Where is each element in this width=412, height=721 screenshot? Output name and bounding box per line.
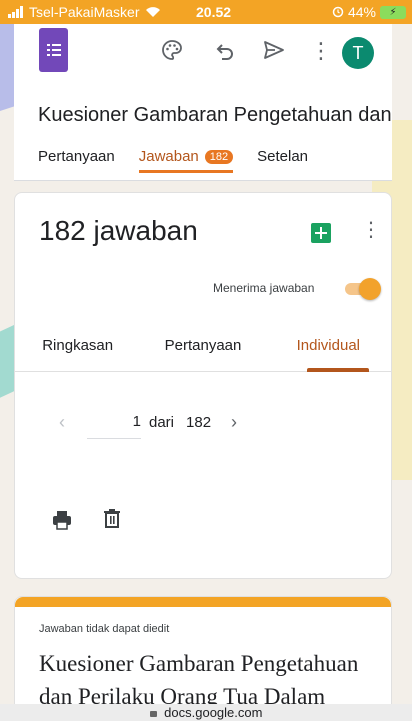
chevron-left-icon[interactable]: ‹ [59, 412, 79, 433]
signal-icon [8, 6, 23, 18]
url-bar[interactable]: docs.google.com [0, 704, 412, 721]
delete-icon[interactable] [101, 507, 123, 529]
google-forms-logo[interactable] [39, 28, 68, 72]
wifi-icon [146, 7, 161, 17]
send-icon[interactable] [261, 38, 287, 64]
battery-percent: 44% [347, 4, 376, 20]
app-toolbar: ⋮ T [14, 24, 392, 86]
more-vert-icon[interactable]: ⋮ [308, 38, 334, 64]
status-right: 44% ⚡ [332, 4, 406, 20]
response-view-tabs: Ringkasan Pertanyaan Individual [15, 329, 391, 372]
tab-pertanyaan[interactable]: Pertanyaan [38, 148, 115, 173]
alarm-icon [332, 6, 344, 18]
tab-label: Setelan [257, 148, 309, 165]
response-count-heading: 182 jawaban [39, 215, 198, 246]
avatar[interactable]: T [342, 37, 374, 69]
tab-label: Pertanyaan [38, 148, 115, 165]
sheets-icon[interactable] [311, 223, 331, 243]
forms-list-icon [46, 44, 61, 56]
url-domain: docs.google.com [164, 705, 263, 720]
battery-charging-icon: ⚡ [380, 5, 406, 19]
more-vert-icon[interactable]: ⋮ [361, 217, 381, 242]
tab-ringkasan[interactable]: Ringkasan [15, 329, 140, 371]
form-tabs: Pertanyaan Jawaban 182 Setelan [38, 148, 332, 173]
tab-individual[interactable]: Individual [266, 329, 391, 371]
form-title: Kuesioner Gambaran Pengetahuan dan I [38, 104, 392, 126]
response-number-input[interactable]: 1 [87, 413, 141, 439]
tab-jawaban[interactable]: Jawaban 182 [138, 148, 234, 173]
form-header: Kuesioner Gambaran Pengetahuan dan I Per… [14, 86, 392, 181]
response-pager: ‹ 1 dari 182 › [59, 405, 237, 439]
tab-setelan[interactable]: Setelan [257, 148, 308, 173]
responses-card: 182 jawaban ⋮ Menerima jawaban Ringkasan… [14, 192, 392, 579]
carrier-name: Tsel-PakaiMasker [29, 4, 140, 20]
status-time: 20.52 [196, 4, 232, 20]
chevron-right-icon[interactable]: › [231, 412, 237, 433]
active-tab-indicator [307, 368, 369, 372]
status-bar: Tsel-PakaiMasker 20.52 44% ⚡ [0, 0, 412, 24]
pager-total: 182 [186, 413, 212, 431]
accepting-responses-toggle[interactable] [341, 278, 381, 300]
form-preview-card: Jawaban tidak dapat diedit Kuesioner Gam… [14, 596, 392, 714]
status-left: Tsel-PakaiMasker [8, 4, 161, 20]
lock-icon [149, 711, 157, 717]
not-editable-note: Jawaban tidak dapat diedit [39, 623, 170, 635]
tab-label: Jawaban [138, 148, 199, 165]
card-accent-bar [15, 597, 391, 607]
tab-pertanyaan[interactable]: Pertanyaan [140, 329, 265, 371]
pager-of-label: dari [149, 413, 175, 431]
print-icon[interactable] [51, 509, 73, 531]
accepting-responses-label: Menerima jawaban [213, 281, 315, 295]
undo-icon[interactable] [212, 38, 238, 64]
toggle-thumb [359, 278, 381, 300]
response-count-badge: 182 [204, 149, 234, 164]
forms-app: ⋮ T Kuesioner Gambaran Pengetahuan dan I… [14, 24, 392, 714]
palette-icon[interactable] [159, 38, 185, 64]
